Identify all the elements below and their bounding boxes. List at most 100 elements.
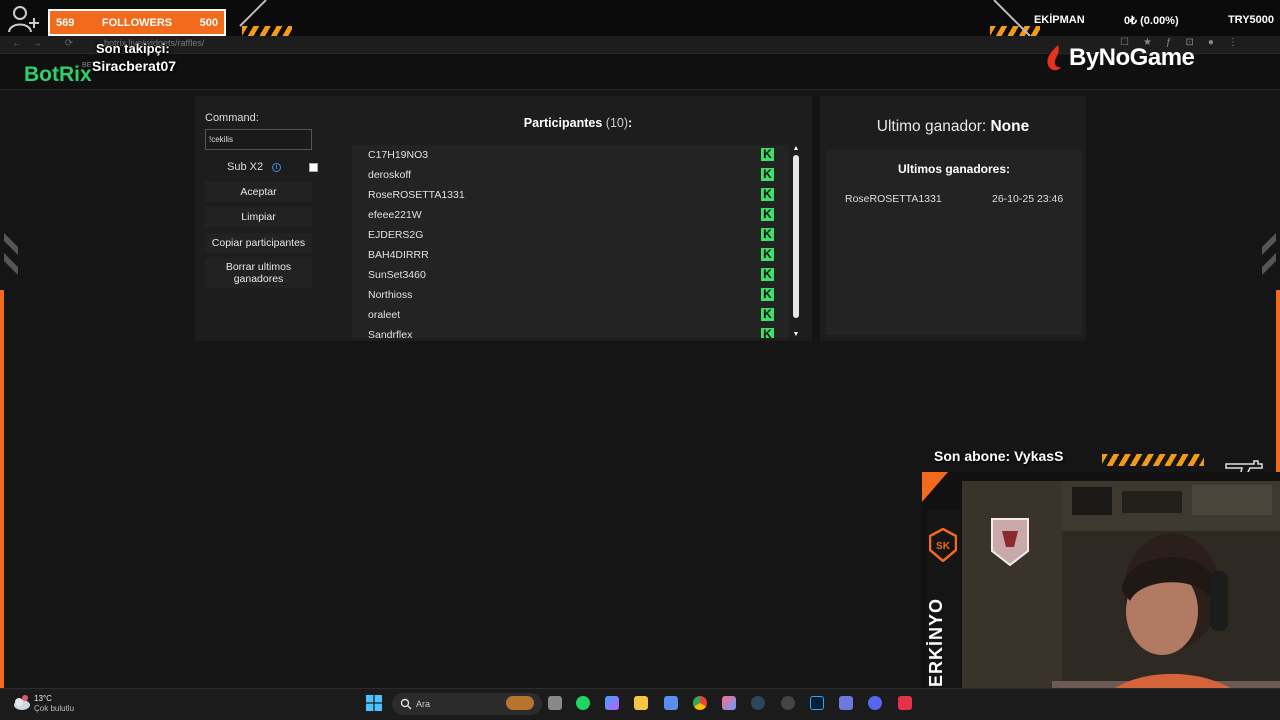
scroll-down-arrow-icon[interactable]: ▼ [791,331,801,338]
participants-count: (10) [605,116,629,130]
chevron-decoration-icon [1262,233,1276,275]
command-label: Command: [205,112,259,124]
participant-row: deroskoff K [352,165,789,185]
winners-list-box [826,150,1082,335]
participants-scrollbar[interactable]: ▲ ▼ [791,145,801,338]
kick-platform-icon: K [761,168,774,181]
obs-icon[interactable] [781,696,795,710]
photoshop-icon[interactable] [810,696,824,710]
sponsor-name: ByNoGame [1069,44,1195,71]
discord-icon[interactable] [868,696,882,710]
sub-x2-checkbox[interactable] [309,163,318,172]
streamer-name: SERKİNYO [926,597,946,700]
scroll-up-arrow-icon[interactable]: ▲ [791,145,801,152]
search-icon[interactable] [400,698,412,710]
slash-decoration [239,0,267,27]
sponsor-logo: ByNoGame [1044,44,1195,72]
webcam-video [962,481,1280,720]
followers-goal: 500 [199,16,218,29]
flame-icon [1047,45,1061,71]
accent-edge-right [1276,290,1280,490]
donation-goal-stats: EKİPMAN 0₺ (0.00%) TRY5000 [1034,14,1274,27]
accept-button[interactable]: Aceptar [205,182,312,202]
participant-row: Sandrflex K [352,325,789,338]
accent-edge-left [0,290,4,720]
equipment-label: EKİPMAN [1033,14,1085,26]
participant-row: C17H19NO3 K [352,145,789,165]
kick-platform-icon: K [761,328,774,338]
winners-list-title: Ultimos ganadores: [897,162,1011,176]
participant-row: Northioss K [352,285,789,305]
user-icon [8,6,39,33]
participant-name: RoseROSETTA1331 [368,189,465,201]
copy-participants-button[interactable]: Copiar participantes [205,233,312,253]
last-winner: Ultimo ganador: None [820,118,1086,136]
followers-label: FOLLOWERS [101,16,173,29]
app-icon[interactable] [839,696,853,710]
delete-last-winners-button[interactable]: Borrar ultimos ganadores [205,258,312,288]
last-winner-value: None [990,118,1030,135]
task-view-icon[interactable] [548,696,562,710]
store-icon[interactable] [664,696,678,710]
webcam-scene [962,481,1280,720]
goal-target: TRY5000 [1227,14,1274,26]
spotify-icon[interactable] [576,696,590,710]
photos-icon[interactable] [722,696,736,710]
kick-platform-icon: K [761,308,774,321]
winner-date: 26-10-25 23:46 [992,193,1064,205]
slash-decoration [993,0,1031,37]
participant-row: RoseROSETTA1331 K [352,185,789,205]
participant-name: EJDERS2G [368,229,424,241]
participant-name: oraleet [368,309,401,321]
kick-platform-icon: K [761,208,774,221]
svg-text:SK: SK [936,541,951,552]
participants-title: Participantes (10): [353,116,803,130]
participant-row: BAH4DIRRR K [352,245,789,265]
burger-widget-icon[interactable] [506,696,534,710]
browser-nav-icons[interactable]: ←→ ⟳ [12,38,83,49]
kick-platform-icon: K [761,268,774,281]
cloud-weather-icon[interactable] [12,694,32,712]
windows-start-icon[interactable] [366,695,382,711]
participants-colon: : [628,116,633,130]
last-follower-label: Son takipçi: [96,41,170,56]
kick-platform-icon: K [761,148,774,161]
stripes-decoration [1102,454,1204,466]
participant-name: efeee221W [368,209,422,221]
winner-name: RoseROSETTA1331 [845,193,942,205]
kick-platform-icon: K [761,288,774,301]
participant-row: efeee221W K [352,205,789,225]
participant-row: SunSet3460 K [352,265,789,285]
followers-goal-bar: 569 FOLLOWERS 500 [48,9,226,36]
participant-row: EJDERS2G K [352,225,789,245]
copilot-icon[interactable] [605,696,619,710]
search-placeholder[interactable]: Ara [416,699,430,709]
kick-platform-icon: K [761,248,774,261]
last-winner-label: Ultimo ganador: [876,118,987,135]
participant-name: SunSet3460 [368,269,426,281]
command-input[interactable] [205,129,312,150]
participant-name: Sandrflex [368,329,413,338]
scroll-thumb[interactable] [793,155,799,318]
app-red-icon[interactable] [898,696,912,710]
weather-temperature[interactable]: 13°C [34,694,52,703]
streamer-logo-icon: SK [929,528,957,562]
clear-button[interactable]: Limpiar [205,207,312,227]
chrome-icon[interactable] [693,696,707,710]
participant-row: oraleet K [352,305,789,325]
followers-current: 569 [56,16,75,29]
info-icon[interactable]: i [272,163,281,172]
sub-x2-label: Sub X2 [227,161,264,173]
participants-label: Participantes [523,116,603,130]
participant-name: deroskoff [368,169,411,181]
participants-list[interactable]: C17H19NO3 Kderoskoff K RoseROSETTA1331 Kefee… [352,145,789,338]
goal-progress: 0₺ (0.00%) [1123,15,1179,27]
steam-icon[interactable] [751,696,765,710]
participant-name: Northioss [368,289,413,301]
participant-name: BAH4DIRRR [368,249,429,261]
file-explorer-icon[interactable] [634,696,648,710]
sub-x2-option: Sub X2 i [205,160,318,176]
screen: 569 FOLLOWERS 500 EKİPMAN 0₺ (0.00%) TRY… [0,0,1280,720]
weather-description[interactable]: Çok bulutlu [34,704,74,713]
last-subscriber: Son abone: VykasS [934,448,1064,464]
